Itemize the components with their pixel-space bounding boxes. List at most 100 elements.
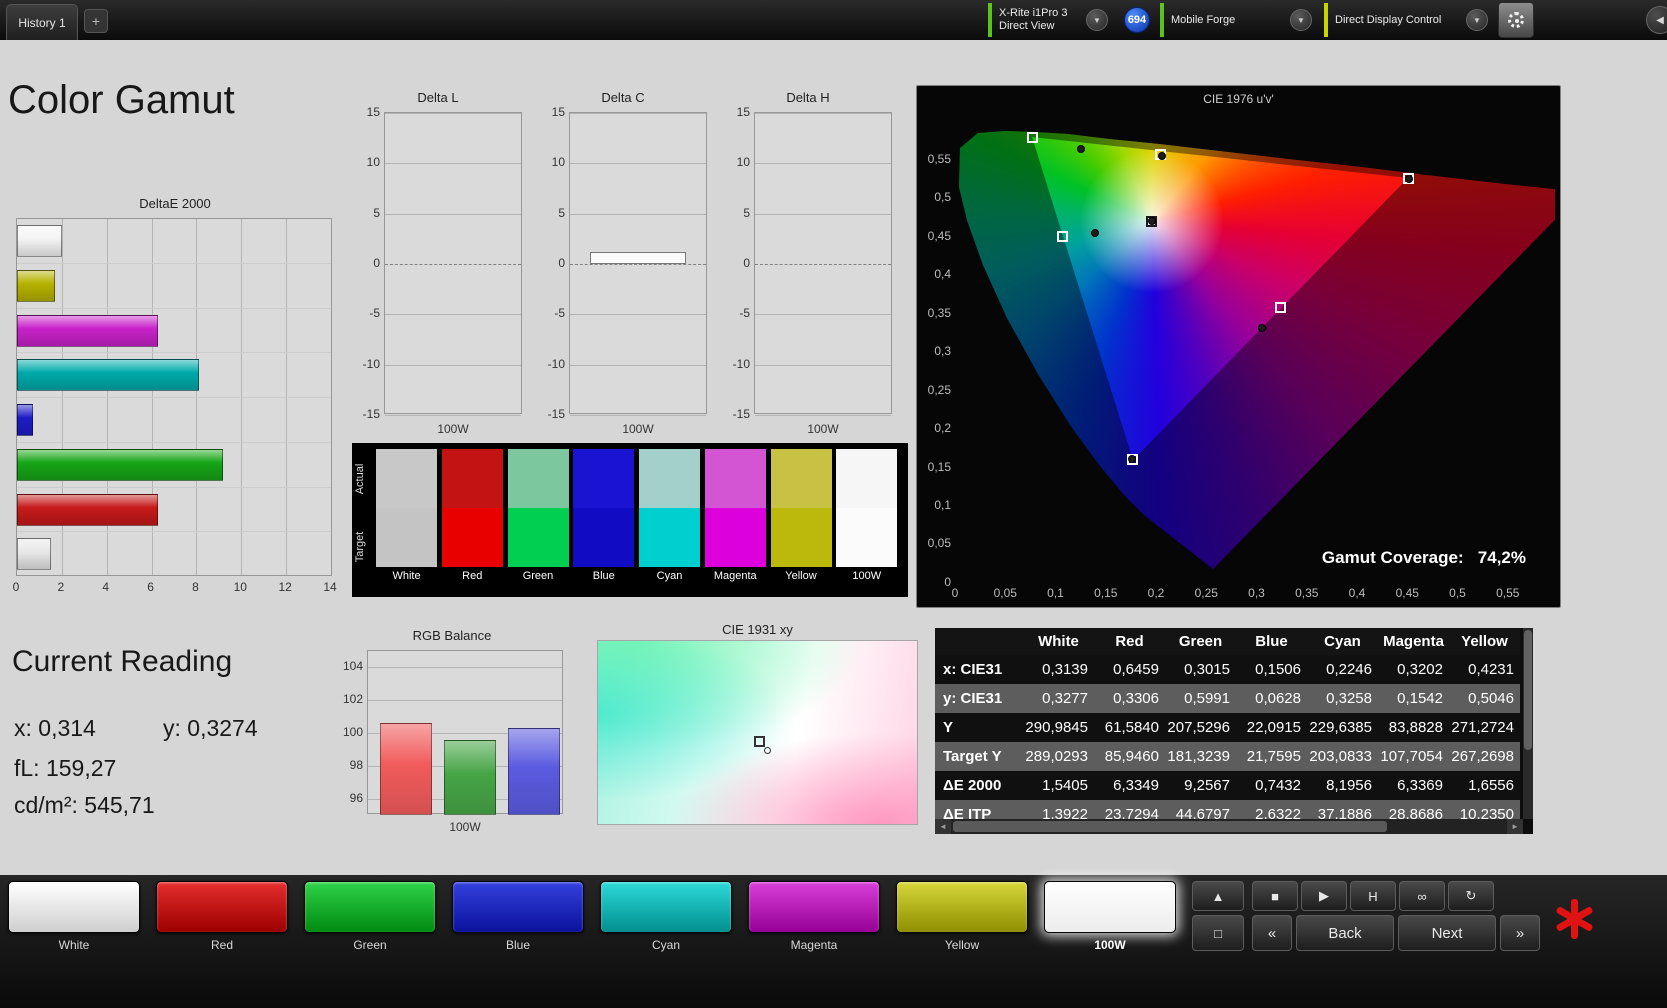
target-swatch <box>573 508 634 567</box>
bar-blue <box>17 404 33 436</box>
patch-button-magenta[interactable]: Magenta <box>748 881 880 952</box>
column-header: Magenta <box>1378 633 1449 650</box>
add-tab-button[interactable]: + <box>84 9 108 33</box>
swatch-red: Red <box>442 449 503 582</box>
x-tick-label: 0,05 <box>994 586 1017 600</box>
back-button[interactable]: Back <box>1296 915 1394 951</box>
calman-asterisk-logo <box>1552 897 1596 941</box>
y-tick-label: 96 <box>333 791 363 805</box>
table-cell: 0,1542 <box>1378 690 1449 707</box>
patch-button-green[interactable]: Green <box>304 881 436 952</box>
patch-color-face <box>452 881 584 933</box>
y-tick-label: 98 <box>333 758 363 772</box>
source-dropdown-button[interactable]: ▼ <box>1290 9 1312 31</box>
table-cell: 1,5405 <box>1023 777 1094 794</box>
y-tick-label: 0,4 <box>917 267 951 281</box>
gridline <box>331 219 332 575</box>
table-cell: 8,1956 <box>1307 777 1378 794</box>
gridline <box>755 415 891 416</box>
horizontal-scrollbar[interactable]: ◄ ► <box>935 819 1523 834</box>
scrollbar-thumb[interactable] <box>1524 630 1532 750</box>
reading-fl: fL: 159,27 <box>14 755 116 782</box>
scroll-left-arrow[interactable]: ◄ <box>935 819 951 834</box>
gridline <box>570 365 706 366</box>
settings-button[interactable] <box>1498 2 1534 38</box>
tab-label: History 1 <box>18 16 65 30</box>
y-tick-label: 0 <box>917 575 951 589</box>
meter-selector[interactable]: X-Rite i1Pro 3 Direct View <box>988 3 1067 37</box>
workflow-selector[interactable]: Direct Display Control <box>1324 3 1441 37</box>
row-label: Target Y <box>935 748 1023 765</box>
continuous-read-button[interactable]: ∞ <box>1399 881 1445 911</box>
cie1976-plot <box>955 112 1555 582</box>
delta-l-chart: Delta L 100W 151050-5-10-15 <box>352 90 524 450</box>
gridline <box>755 264 891 265</box>
y-tick-label: 0,3 <box>917 344 951 358</box>
deltae2000-plot <box>16 218 332 576</box>
bar-row <box>17 309 331 354</box>
next-button[interactable]: Next <box>1398 915 1496 951</box>
patch-button-white[interactable]: White <box>8 881 140 952</box>
gridline <box>385 314 521 315</box>
tab-history-1[interactable]: History 1 <box>6 4 78 40</box>
source-selector[interactable]: Mobile Forge <box>1160 3 1235 37</box>
table-cell: 229,6385 <box>1307 719 1378 736</box>
bar-100w <box>590 252 685 264</box>
patch-button-100w[interactable]: 100W <box>1044 881 1176 952</box>
target-swatch <box>442 508 503 567</box>
bar-red <box>17 494 158 526</box>
table-row: Y290,984561,5840207,529622,0915229,63858… <box>935 713 1520 742</box>
column-header: Blue <box>1236 633 1307 650</box>
patch-button-yellow[interactable]: Yellow <box>896 881 1028 952</box>
measured-marker <box>764 747 771 754</box>
cie1931-plot <box>597 640 918 825</box>
gridline <box>755 365 891 366</box>
chart-title: Delta H <box>722 90 894 105</box>
next-chevron-button[interactable]: » <box>1500 915 1540 951</box>
page-up-button[interactable]: ▲ <box>1192 881 1244 911</box>
patch-label: White <box>8 938 140 952</box>
chart-title: CIE 1976 u'v' <box>917 92 1560 106</box>
y-tick-label: -10 <box>352 357 380 371</box>
pause-button[interactable]: H <box>1350 881 1396 911</box>
swatch-label: Yellow <box>771 570 832 582</box>
scrollbar-thumb[interactable] <box>953 821 1387 832</box>
vertical-scrollbar[interactable] <box>1523 628 1533 819</box>
back-chevron-button[interactable]: « <box>1252 915 1292 951</box>
table-cell: 207,5296 <box>1165 719 1236 736</box>
workflow-name: Direct Display Control <box>1335 14 1441 27</box>
x-tick-label: 0,35 <box>1295 586 1318 600</box>
y-tick-label: 5 <box>352 206 380 220</box>
deltae2000-chart: DeltaE 2000 02468101214 <box>16 196 334 608</box>
patch-button-red[interactable]: Red <box>156 881 288 952</box>
stop-button[interactable]: ■ <box>1252 881 1298 911</box>
target-swatch <box>376 508 437 567</box>
y-tick-label: 0,45 <box>917 229 951 243</box>
target-swatch <box>836 508 897 567</box>
column-header: Green <box>1165 633 1236 650</box>
workflow-dropdown-button[interactable]: ▼ <box>1466 9 1488 31</box>
play-button[interactable]: ▶ <box>1301 881 1347 911</box>
patch-button-blue[interactable]: Blue <box>452 881 584 952</box>
meter-dropdown-button[interactable]: ▼ <box>1086 9 1108 31</box>
layout-button[interactable]: □ <box>1192 915 1244 951</box>
scrollbar-track[interactable] <box>951 819 1507 834</box>
x-tick-label: 0,2 <box>1148 586 1165 600</box>
actual-swatch <box>376 449 437 508</box>
patch-button-cyan[interactable]: Cyan <box>600 881 732 952</box>
actual-swatch <box>836 449 897 508</box>
bar-cyan <box>17 359 199 391</box>
y-tick-label: 0,25 <box>917 383 951 397</box>
bar-row <box>17 219 331 264</box>
gridline <box>385 214 521 215</box>
delta-h-chart: Delta H 100W 151050-5-10-15 <box>722 90 894 450</box>
collapse-panel-button[interactable]: ◀ <box>1646 6 1667 34</box>
x-axis-label: 100W <box>569 422 707 436</box>
y-tick-label: -15 <box>352 407 380 421</box>
refresh-button[interactable]: ↻ <box>1448 881 1494 911</box>
target-row-label: Target <box>354 517 366 577</box>
gridline <box>570 113 706 114</box>
scroll-right-arrow[interactable]: ► <box>1507 819 1523 834</box>
cie1976-chart: CIE 1976 u'v' Gamut Coverage: 74,2% 00,0… <box>916 85 1561 608</box>
y-tick-label: 104 <box>333 659 363 673</box>
